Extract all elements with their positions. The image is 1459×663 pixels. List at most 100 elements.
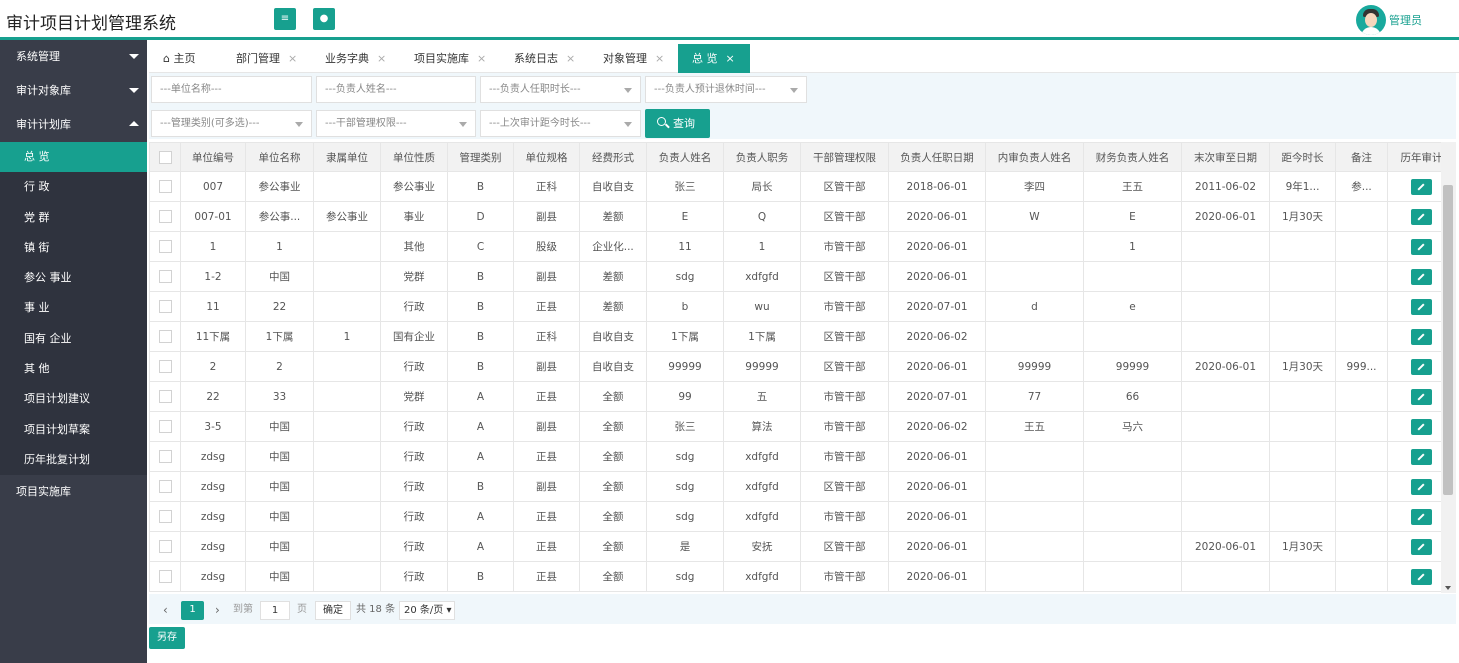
table-row[interactable]: 11 22 行政 B 正县 差额 b wu 市管干部 2020-07-01 d e: [149, 291, 1441, 322]
page-current[interactable]: 1: [181, 601, 204, 620]
column-header[interactable]: 单位编号: [180, 142, 246, 172]
sidebar-item-overview[interactable]: 总 览: [0, 142, 147, 173]
close-icon[interactable]: ×: [655, 52, 664, 65]
table-row[interactable]: 22 33 党群 A 正县 全额 99 五市管干部 2020-07-01 77 66: [149, 381, 1441, 412]
column-header[interactable]: 末次审至日期: [1181, 142, 1270, 172]
column-header[interactable]: 负责人任职日期: [888, 142, 986, 172]
cadre-auth-select[interactable]: ---干部管理权限---: [316, 110, 476, 137]
tab-overview[interactable]: 总 览 ×: [678, 44, 750, 73]
column-header[interactable]: 单位性质: [380, 142, 448, 172]
row-checkbox[interactable]: [158, 480, 172, 493]
column-header[interactable]: 备注: [1335, 142, 1388, 172]
edit-icon[interactable]: [1411, 268, 1432, 285]
column-header[interactable]: 距今时长: [1269, 142, 1336, 172]
tab-implementation[interactable]: 项目实施库 ×: [400, 44, 500, 73]
query-button[interactable]: 查询: [645, 109, 710, 138]
table-row[interactable]: 007-01 参公事... 参公事业 事业 D 副县 差额 E Q 区管干部 2020-06-01 W…: [149, 201, 1441, 232]
row-checkbox[interactable]: [158, 450, 172, 463]
next-page-icon[interactable]: ›: [215, 601, 220, 620]
edit-icon[interactable]: [1411, 508, 1432, 525]
last-audit-select[interactable]: ---上次审计距今时长---: [480, 110, 641, 137]
column-header[interactable]: 经费形式: [579, 142, 647, 172]
table-row[interactable]: 11下属 1下属 1 国有企业 B 正科 自收自支 1下属 1下属 区管干部 2020-06-02: [149, 321, 1441, 352]
table-row[interactable]: 2 2 行政 B 副县 自收自支 99999 99999 区管干部 2020-06-01 99999…: [149, 351, 1441, 382]
tab-home[interactable]: ⌂ 主页: [149, 44, 221, 73]
close-icon[interactable]: ×: [288, 52, 297, 65]
row-checkbox[interactable]: [158, 540, 172, 553]
edit-icon[interactable]: [1411, 238, 1432, 255]
scroll-down-icon[interactable]: [1445, 586, 1451, 590]
column-header[interactable]: 负责人职务: [723, 142, 801, 172]
vertical-scrollbar[interactable]: [1441, 142, 1456, 593]
row-checkbox[interactable]: [158, 330, 172, 343]
tab-system-log[interactable]: 系统日志 ×: [500, 44, 589, 73]
sidebar-item-admin[interactable]: 行 政: [0, 172, 147, 203]
mgmt-type-select[interactable]: ---管理类别(可多选)---: [151, 110, 312, 137]
sidebar-item-party[interactable]: 党 群: [0, 202, 147, 233]
select-all-checkbox[interactable]: [158, 150, 172, 164]
sidebar-group-system[interactable]: 系统管理: [0, 40, 147, 74]
sidebar-item-town[interactable]: 镇 街: [0, 232, 147, 264]
retire-select[interactable]: ---负责人预计退休时间---: [645, 76, 807, 103]
sidebar-group-implementation[interactable]: 项目实施库: [0, 475, 147, 510]
table-row[interactable]: zdsg 中国 行政 A 正县 全额是安抚 区管干部 2020-06-01 2020-06-01…: [149, 531, 1441, 562]
unit-name-input[interactable]: ---单位名称---: [151, 76, 312, 103]
edit-icon[interactable]: [1411, 358, 1432, 375]
row-checkbox[interactable]: [158, 390, 172, 403]
column-header[interactable]: 财务负责人姓名: [1083, 142, 1182, 172]
close-icon[interactable]: ×: [726, 52, 735, 65]
column-header[interactable]: 管理类别: [447, 142, 514, 172]
page-input[interactable]: 1: [260, 601, 290, 620]
avatar[interactable]: [1356, 5, 1386, 35]
tab-object-management[interactable]: 对象管理 ×: [589, 44, 678, 73]
tab-department[interactable]: 部门管理 ×: [222, 44, 310, 73]
sidebar-item-plan-proposal[interactable]: 项目计划建议: [0, 384, 147, 415]
column-header[interactable]: 干部管理权限: [800, 142, 889, 172]
edit-icon[interactable]: [1411, 538, 1432, 555]
row-checkbox[interactable]: [158, 570, 172, 583]
sidebar-item-other[interactable]: 其 他: [0, 354, 147, 385]
table-row[interactable]: zdsg 中国 行政 B 正县 全额 sdg xdfgfd 市管干部 2020-06-01: [149, 561, 1441, 592]
row-checkbox[interactable]: [158, 180, 172, 193]
edit-icon[interactable]: [1411, 328, 1432, 345]
table-row[interactable]: zdsg 中国 行政 B 副县 全额 sdg xdfgfd 区管干部 2020-06-01: [149, 471, 1441, 502]
sidebar-group-audit-objects[interactable]: 审计对象库: [0, 74, 147, 108]
table-row[interactable]: 3-5 中国 行政 A 副县 全额 张三 算法 市管干部 2020-06-02 王五 马六: [149, 411, 1441, 442]
add-button[interactable]: ●: [313, 8, 335, 30]
row-checkbox[interactable]: [158, 360, 172, 373]
scrollbar-thumb[interactable]: [1443, 185, 1453, 495]
row-checkbox[interactable]: [158, 300, 172, 313]
column-header[interactable]: 隶属单位: [313, 142, 381, 172]
tab-dictionary[interactable]: 业务字典 ×: [311, 44, 399, 73]
edit-icon[interactable]: [1411, 298, 1432, 315]
sidebar-item-state-enterprise[interactable]: 国有 企业: [0, 323, 147, 355]
sidebar-item-approved-plans[interactable]: 历年批复计划: [0, 444, 147, 476]
prev-page-icon[interactable]: ‹: [163, 601, 168, 620]
leader-name-input[interactable]: ---负责人姓名---: [316, 76, 476, 103]
column-header[interactable]: 单位名称: [245, 142, 314, 172]
edit-icon[interactable]: [1411, 448, 1432, 465]
sidebar-item-plan-draft[interactable]: 项目计划草案: [0, 414, 147, 445]
edit-icon[interactable]: [1411, 388, 1432, 405]
close-icon[interactable]: ×: [566, 52, 575, 65]
column-header[interactable]: 负责人姓名: [646, 142, 724, 172]
row-checkbox[interactable]: [158, 240, 172, 253]
tenure-select[interactable]: ---负责人任职时长---: [480, 76, 641, 103]
edit-icon[interactable]: [1411, 478, 1432, 495]
close-icon[interactable]: ×: [477, 52, 486, 65]
confirm-page-button[interactable]: 确定: [315, 601, 351, 620]
sidebar-item-institution[interactable]: 事 业: [0, 293, 147, 324]
column-header[interactable]: 历年审计: [1387, 142, 1441, 172]
edit-icon[interactable]: [1411, 178, 1432, 195]
user-name[interactable]: 管理员: [1389, 12, 1422, 28]
row-checkbox[interactable]: [158, 510, 172, 523]
table-row[interactable]: zdsg 中国 行政 A 正县 全额 sdg xdfgfd 市管干部 2020-06-01: [149, 501, 1441, 532]
menu-toggle-button[interactable]: ≡: [274, 8, 296, 30]
row-checkbox[interactable]: [158, 270, 172, 283]
column-header[interactable]: 单位规格: [513, 142, 580, 172]
sidebar-group-audit-plans[interactable]: 审计计划库: [0, 108, 147, 142]
page-size-select[interactable]: 20 条/页 ▾: [399, 601, 455, 620]
close-icon[interactable]: ×: [377, 52, 386, 65]
table-row[interactable]: 1-2 中国 党群 B 副县 差额 sdg xdfgfd 区管干部 2020-06-01: [149, 261, 1441, 292]
table-row[interactable]: 1 1 其他 C 股级 企业化... 11 1 市管干部 2020-06-01 1: [149, 231, 1441, 262]
